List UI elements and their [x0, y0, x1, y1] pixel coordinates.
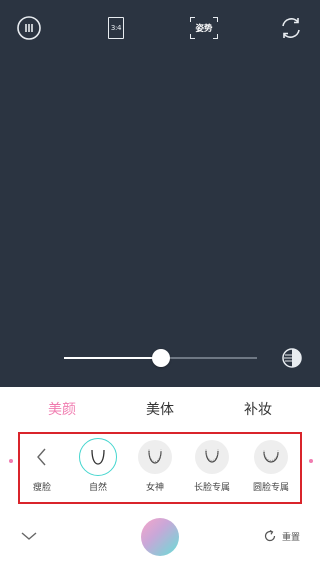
face-shape-label: 自然: [88, 483, 107, 493]
slider-thumb[interactable]: [151, 349, 170, 367]
pose-button[interactable]: 姿势: [189, 14, 219, 42]
reset-icon: [264, 529, 276, 542]
face-outline-icon: [205, 449, 219, 463]
collapse-panel-button[interactable]: [18, 528, 40, 544]
slim-face-label: 瘦脸: [32, 483, 51, 493]
chevron-down-icon: [21, 532, 37, 540]
more-menu-button[interactable]: [15, 14, 43, 42]
scroll-indicator-left: [9, 459, 13, 463]
face-shape-goddess[interactable]: 女神: [127, 440, 183, 496]
more-dots-icon: [17, 16, 41, 40]
face-shape-circle: [254, 440, 288, 474]
slider-fill: [64, 357, 161, 359]
contrast-button[interactable]: [281, 347, 303, 369]
mode-tabs: 美颜 美体 补妆: [0, 387, 320, 431]
tab-makeup[interactable]: 补妆: [228, 387, 288, 431]
aspect-ratio-label: 3:4: [108, 17, 124, 39]
pose-label: 姿势: [195, 24, 213, 34]
face-shape-label: 圆脸专属: [252, 483, 289, 493]
tab-body[interactable]: 美体: [130, 387, 190, 431]
scroll-indicator-right: [309, 459, 313, 463]
tab-beauty[interactable]: 美颜: [32, 387, 92, 431]
shutter-button[interactable]: [141, 518, 179, 556]
face-shape-label: 长脸专属: [193, 483, 230, 493]
reset-button[interactable]: 重置: [263, 528, 300, 544]
face-shape-long-face[interactable]: 长脸专属: [184, 440, 240, 496]
face-outline-icon: [263, 450, 279, 463]
face-outline-icon: [91, 449, 105, 465]
bottom-toolbar: 重置: [0, 510, 320, 568]
face-shape-circle: [195, 440, 229, 474]
contrast-icon: [282, 348, 302, 368]
reset-label: 重置: [282, 532, 301, 543]
camera-flip-button[interactable]: [277, 14, 305, 42]
aspect-ratio-button[interactable]: 3:4: [103, 14, 129, 42]
intensity-slider[interactable]: [64, 349, 257, 367]
face-shape-circle: [79, 438, 117, 476]
face-shape-natural[interactable]: 自然: [70, 438, 126, 496]
face-shape-circle: [138, 440, 172, 474]
face-outline-icon: [148, 449, 162, 464]
chevron-left-icon: [37, 448, 46, 466]
back-to-slim-face-button[interactable]: 瘦脸: [14, 440, 70, 496]
face-shape-label: 女神: [145, 483, 164, 493]
camera-flip-icon: [282, 18, 300, 38]
camera-preview[interactable]: 3:4 姿势: [0, 0, 320, 387]
face-shape-round-face[interactable]: 圆脸专属: [243, 440, 299, 496]
